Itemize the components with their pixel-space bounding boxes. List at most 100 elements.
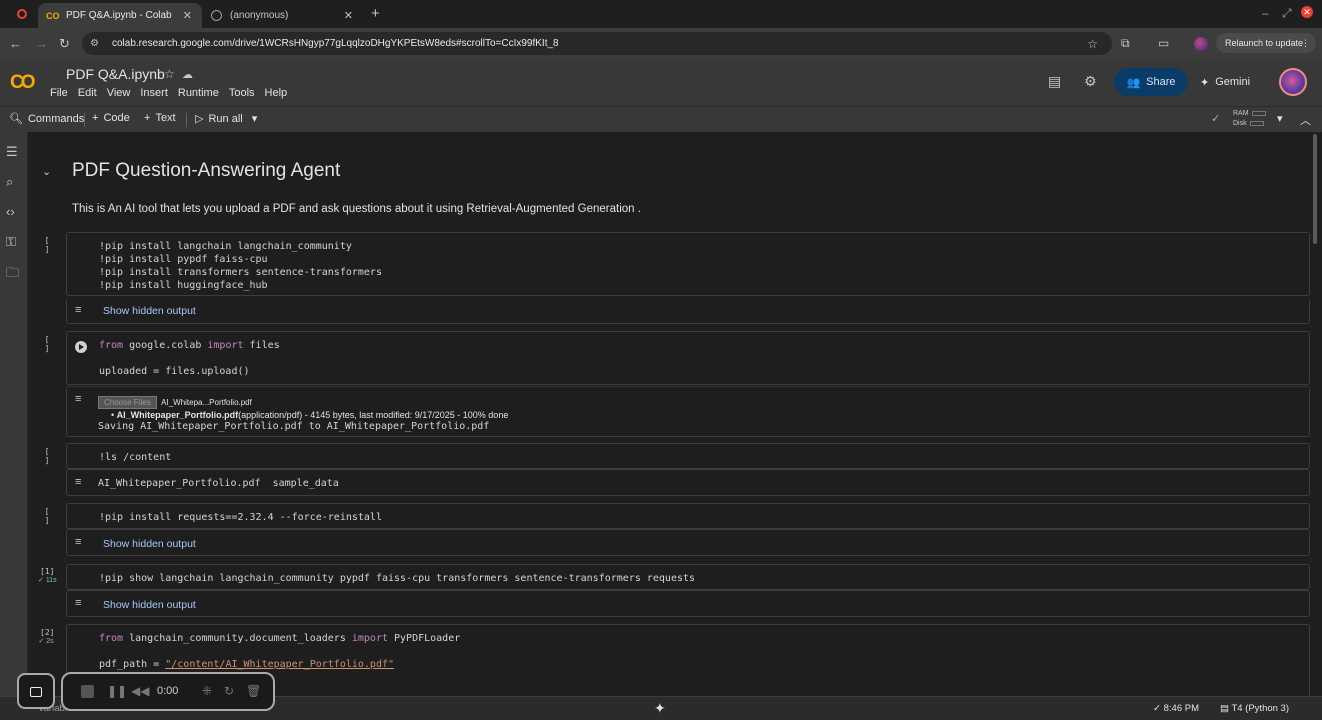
code-cell[interactable]: !pip install requests==2.32.4 --force-re… [66, 503, 1310, 529]
keyword: from [99, 633, 124, 644]
extensions-icon[interactable]: ⧉ [1121, 36, 1130, 51]
import-name: files [243, 340, 280, 351]
chevron-down-icon[interactable]: ▾ [1277, 112, 1283, 125]
tab-anonymous[interactable]: (anonymous) ✕ [203, 3, 363, 28]
plus-icon: + [92, 112, 99, 124]
disk-bar [1249, 120, 1264, 126]
runtime-status[interactable]: ▤ T4 (Python 3) [1220, 703, 1289, 714]
code-cell[interactable]: !pip install langchain langchain_communi… [66, 232, 1310, 296]
cast-icon[interactable]: ▭ [1158, 36, 1169, 50]
pause-icon[interactable]: ❚❚ [107, 684, 127, 698]
resource-meter[interactable]: RAM Disk [1233, 109, 1266, 129]
collapse-section-icon[interactable]: ⌄ [42, 165, 51, 178]
bookmark-star-icon[interactable]: ☆ [1087, 37, 1098, 51]
colab-logo[interactable]: CO [10, 72, 35, 94]
notebook-title[interactable]: PDF Q&A.ipynb [66, 66, 165, 82]
comments-icon[interactable]: ▤ [1048, 73, 1061, 90]
tab-close-icon[interactable]: ✕ [183, 9, 192, 22]
forward-icon[interactable]: → [35, 36, 48, 51]
menu-edit[interactable]: Edit [78, 87, 97, 99]
exec-time: ✓ 2s [38, 638, 54, 645]
stop-record-button[interactable] [81, 685, 94, 698]
tab-close-icon[interactable]: ✕ [344, 9, 353, 22]
site-info-icon[interactable]: ⚙ [90, 38, 104, 49]
run-cell-button[interactable] [75, 341, 87, 353]
show-hidden-output-link[interactable]: Show hidden output [103, 599, 196, 611]
grid-icon[interactable]: ⁜ [202, 684, 212, 698]
restart-icon[interactable]: ↻ [224, 684, 234, 698]
code-cell[interactable]: !pip show langchain langchain_community … [66, 564, 1310, 590]
chevron-up-icon[interactable]: ︿ [1300, 112, 1311, 128]
chevron-down-icon[interactable]: ▾ [252, 112, 258, 125]
code-line: !pip install langchain langchain_communi… [99, 241, 352, 252]
rewind-icon[interactable]: ◀◀ [131, 684, 149, 698]
code-cell[interactable]: !ls /content [66, 443, 1310, 469]
menu-view[interactable]: View [107, 87, 131, 99]
run-all-button[interactable]: ▷ Run all ▾ [195, 112, 258, 126]
maximize-icon[interactable]: ⤢ [1282, 6, 1292, 21]
relaunch-button[interactable]: Relaunch to update ⋮ [1216, 33, 1316, 53]
menu-file[interactable]: File [50, 87, 68, 99]
ram-label: RAM [1233, 110, 1249, 117]
choose-files-button[interactable]: Choose Files [98, 396, 157, 409]
secrets-key-icon[interactable]: ⚿ [6, 234, 16, 250]
add-code-button[interactable]: + Code [92, 112, 130, 124]
menu-tools[interactable]: Tools [229, 87, 255, 99]
code-line: from google.colab import files [67, 339, 1309, 352]
share-label: Share [1146, 76, 1176, 88]
scrollbar[interactable] [1313, 134, 1317, 244]
menu-help[interactable]: Help [265, 87, 288, 99]
cloud-icon[interactable]: ☁ [182, 68, 193, 81]
code-label: Code [103, 112, 130, 124]
new-tab-icon[interactable]: + [371, 5, 380, 22]
trash-icon[interactable]: 🗑︎ [246, 684, 261, 698]
window-close-icon[interactable]: ✕ [1301, 6, 1313, 18]
tab-colab[interactable]: CO PDF Q&A.ipynb - Colab ✕ [38, 3, 202, 28]
disk-label: Disk [1233, 120, 1247, 127]
logo-text: CO [10, 72, 35, 93]
output-toggle-icon[interactable]: ≡ [75, 536, 81, 548]
omnibox[interactable]: ⚙ colab.research.google.com/drive/1WCRsH… [82, 32, 1112, 55]
recorder-camera-button[interactable] [17, 673, 55, 709]
code-line: !ls /content [99, 452, 172, 463]
code-line: uploaded = files.upload() [99, 366, 250, 377]
star-icon[interactable]: ☆ [164, 67, 175, 81]
add-text-button[interactable]: + Text [144, 112, 176, 124]
status-time: 8:46 PM [1163, 703, 1199, 714]
exec-status[interactable]: ✓ 8:46 PM [1153, 703, 1199, 714]
menu-runtime[interactable]: Runtime [178, 87, 219, 99]
output-toggle-icon[interactable]: ≡ [75, 393, 81, 405]
find-icon[interactable]: ⌕ [6, 174, 13, 190]
code-line: !pip install transformers sentence-trans… [99, 267, 382, 278]
people-icon: 👥 [1126, 76, 1141, 89]
code-snippets-icon[interactable]: ‹› [6, 204, 15, 219]
uploaded-file-name: AI_Whitepaper_Portfolio.pdf [116, 410, 239, 420]
output-toggle-icon[interactable]: ≡ [75, 476, 81, 488]
reload-icon[interactable]: ↻ [59, 36, 70, 52]
menu-insert[interactable]: Insert [140, 87, 168, 99]
profile-avatar[interactable] [1194, 37, 1208, 51]
minimize-icon[interactable]: – [1262, 6, 1269, 20]
output-toggle-icon[interactable]: ≡ [75, 304, 81, 316]
show-hidden-output-link[interactable]: Show hidden output [103, 305, 196, 317]
settings-gear-icon[interactable]: ⚙ [1084, 73, 1097, 90]
commands-button[interactable]: 🔍︎ Commands [9, 112, 84, 126]
code-line: !pip install requests==2.32.4 --force-re… [99, 512, 382, 523]
output-toggle-icon[interactable]: ≡ [75, 597, 81, 609]
gemini-sparkle-icon[interactable]: ✦ [654, 700, 666, 717]
more-icon: ⋮ [1301, 37, 1310, 48]
files-folder-icon[interactable]: 🗀 [6, 264, 19, 286]
address-bar-row: ← → ↻ ⚙ colab.research.google.com/drive/… [0, 28, 1322, 60]
gemini-button[interactable]: ✦ Gemini [1200, 68, 1266, 96]
exec-duration: 11s [45, 577, 57, 584]
text-label: Text [155, 112, 176, 124]
code-cell[interactable]: from google.colab import files uploaded … [66, 331, 1310, 385]
table-of-contents-icon[interactable]: ☰ [6, 144, 18, 160]
recorder-controls: ❚❚ ◀◀ 0:00 ⁜ ↻ 🗑︎ [61, 672, 275, 711]
share-button[interactable]: 👥 Share [1114, 68, 1188, 96]
output-area: ≡ Show hidden output [66, 590, 1310, 617]
user-avatar[interactable] [1279, 68, 1307, 96]
colab-favicon-icon: CO [46, 10, 60, 21]
back-icon[interactable]: ← [9, 36, 22, 51]
show-hidden-output-link[interactable]: Show hidden output [103, 538, 196, 550]
